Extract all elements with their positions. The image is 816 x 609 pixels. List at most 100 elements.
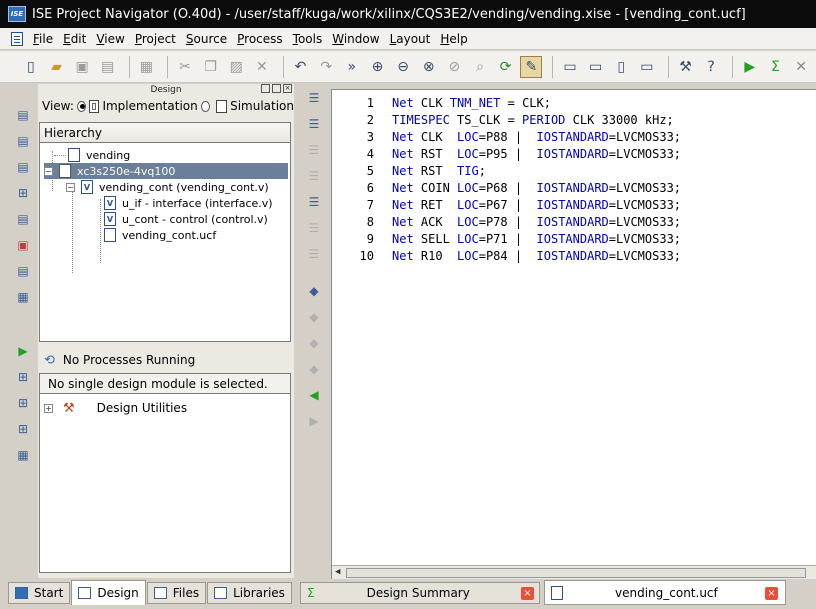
tree-item-interface[interactable]: V u_if - interface (interface.v) bbox=[104, 195, 273, 211]
tab-libraries[interactable]: Libraries bbox=[207, 582, 292, 604]
tree-item-ucf[interactable]: vending_cont.ucf bbox=[104, 227, 216, 243]
float-window-icon[interactable]: ▭ bbox=[636, 56, 658, 78]
document-icon[interactable] bbox=[11, 31, 23, 46]
comment-icon[interactable]: ☰ bbox=[305, 141, 323, 159]
table-icon[interactable]: ▦ bbox=[14, 288, 32, 306]
horizontal-scrollbar[interactable]: ◀ bbox=[332, 565, 816, 579]
cascade-icon[interactable]: ▭ bbox=[559, 56, 581, 78]
code-line[interactable]: 5 Net RST TIG; bbox=[332, 162, 486, 179]
bookmark-clear-icon[interactable]: ◆ bbox=[305, 360, 323, 378]
process-item-design-utilities[interactable]: + ⚒ Design Utilities bbox=[44, 400, 187, 416]
code-editor[interactable]: 1 Net CLK TNM_NET = CLK; 2 TIMESPEC TS_CLK … bbox=[331, 89, 816, 579]
menu-process[interactable]: Process bbox=[235, 32, 291, 46]
insert-template-icon[interactable]: ☰ bbox=[305, 193, 323, 211]
cut-icon[interactable]: ✂ bbox=[174, 56, 196, 78]
toolbar-overflow-icon[interactable]: » bbox=[341, 56, 363, 78]
menu-project[interactable]: Project bbox=[133, 32, 184, 46]
code-line[interactable]: 8 Net ACK LOC=P78 | IOSTANDARD=LVCMOS33; bbox=[332, 213, 681, 230]
bookmark-next-icon[interactable]: ◆ bbox=[305, 308, 323, 326]
tree-item-device[interactable]: − xc3s250e-4vq100 bbox=[44, 163, 288, 179]
outdent-icon[interactable]: ☰ bbox=[305, 115, 323, 133]
zoom-select-icon[interactable]: ⊘ bbox=[444, 56, 466, 78]
menu-file[interactable]: File bbox=[31, 32, 61, 46]
search-icon[interactable]: ⌕ bbox=[469, 56, 491, 78]
save-all-icon[interactable]: ▤ bbox=[97, 56, 119, 78]
source-properties-icon[interactable]: ▤ bbox=[14, 210, 32, 228]
tree-item-top-module[interactable]: − V vending_cont (vending_cont.v) bbox=[66, 179, 269, 195]
menu-edit[interactable]: Edit bbox=[61, 32, 94, 46]
code-line[interactable]: 2 TIMESPEC TS_CLK = PERIOD CLK 33000 kHz; bbox=[332, 111, 674, 128]
menu-view[interactable]: View bbox=[94, 32, 132, 46]
process-tree-icon[interactable]: ⊞ bbox=[14, 368, 32, 386]
process-properties-icon[interactable]: ⊞ bbox=[14, 420, 32, 438]
sigma-icon[interactable]: Σ bbox=[765, 56, 787, 78]
tree-item-control[interactable]: V u_cont - control (control.v) bbox=[104, 211, 268, 227]
tab-start[interactable]: Start bbox=[8, 582, 71, 604]
menu-window[interactable]: Window bbox=[330, 32, 387, 46]
new-source-icon[interactable]: ▤ bbox=[14, 106, 32, 124]
code-line[interactable]: 3 Net CLK LOC=P88 | IOSTANDARD=LVCMOS33; bbox=[332, 128, 681, 145]
process-tree-alt-icon[interactable]: ⊞ bbox=[14, 394, 32, 412]
undo-icon[interactable]: ↶ bbox=[290, 56, 312, 78]
tab-design[interactable]: Design bbox=[71, 580, 146, 605]
add-copy-source-icon[interactable]: ▤ bbox=[14, 158, 32, 176]
close-tab-icon[interactable]: × bbox=[521, 587, 534, 600]
zoom-full-icon[interactable]: ⊗ bbox=[418, 56, 440, 78]
float-icon[interactable] bbox=[272, 84, 281, 93]
menu-help[interactable]: Help bbox=[438, 32, 475, 46]
tab-design-summary[interactable]: Σ Design Summary × bbox=[300, 582, 540, 604]
collapse-icon[interactable]: − bbox=[44, 166, 53, 176]
print-icon[interactable]: ▦ bbox=[136, 56, 158, 78]
chip-view-icon[interactable]: ▣ bbox=[14, 236, 32, 254]
scroll-left-icon[interactable]: ◀ bbox=[335, 567, 340, 577]
menu-source[interactable]: Source bbox=[184, 32, 235, 46]
forward-icon[interactable]: ▶ bbox=[305, 412, 323, 430]
paste-icon[interactable]: ▨ bbox=[225, 56, 247, 78]
wrench-icon[interactable]: ⚒ bbox=[675, 56, 697, 78]
code-line[interactable]: 10 Net R10 LOC=P84 | IOSTANDARD=LVCMOS33; bbox=[332, 247, 681, 264]
code-line[interactable]: 4 Net RST LOC=P95 | IOSTANDARD=LVCMOS33; bbox=[332, 145, 681, 162]
help-cursor-icon[interactable]: ? bbox=[700, 56, 722, 78]
close-tab-icon[interactable]: × bbox=[765, 587, 778, 600]
run-process-icon[interactable]: ▶ bbox=[14, 342, 32, 360]
bookmark-prev-icon[interactable]: ◆ bbox=[305, 334, 323, 352]
collapse-icon[interactable]: − bbox=[66, 182, 75, 192]
back-icon[interactable]: ◀ bbox=[305, 386, 323, 404]
tile-vertical-icon[interactable]: ▯ bbox=[610, 56, 632, 78]
zoom-out-icon[interactable]: ⊖ bbox=[392, 56, 414, 78]
refresh-icon[interactable]: ⟳ bbox=[495, 56, 517, 78]
copy-icon[interactable]: ❐ bbox=[200, 56, 222, 78]
zoom-in-icon[interactable]: ⊕ bbox=[367, 56, 389, 78]
check-icon[interactable]: ▤ bbox=[14, 262, 32, 280]
open-folder-icon[interactable]: ▰ bbox=[46, 56, 68, 78]
template-gray-icon[interactable]: ☰ bbox=[305, 219, 323, 237]
stop-icon[interactable]: ✕ bbox=[790, 56, 812, 78]
bookmark-icon[interactable]: ◆ bbox=[305, 282, 323, 300]
process-table-icon[interactable]: ▦ bbox=[14, 446, 32, 464]
save-icon[interactable]: ▣ bbox=[71, 56, 93, 78]
code-line[interactable]: 7 Net RET LOC=P67 | IOSTANDARD=LVCMOS33; bbox=[332, 196, 681, 213]
code-line[interactable]: 6 Net COIN LOC=P68 | IOSTANDARD=LVCMOS33; bbox=[332, 179, 681, 196]
delete-icon[interactable]: ✕ bbox=[251, 56, 273, 78]
implementation-radio[interactable] bbox=[76, 100, 86, 112]
run-icon[interactable]: ▶ bbox=[739, 56, 761, 78]
tile-horizontal-icon[interactable]: ▭ bbox=[585, 56, 607, 78]
template-gray2-icon[interactable]: ☰ bbox=[305, 245, 323, 263]
restore-icon[interactable] bbox=[261, 84, 270, 93]
simulation-radio[interactable] bbox=[200, 100, 210, 112]
new-file-icon[interactable]: ▯ bbox=[20, 56, 42, 78]
tab-ucf-file[interactable]: vending_cont.ucf × bbox=[544, 580, 786, 605]
code-line[interactable]: 9 Net SELL LOC=P71 | IOSTANDARD=LVCMOS33; bbox=[332, 230, 681, 247]
uncomment-icon[interactable]: ☰ bbox=[305, 167, 323, 185]
tab-files[interactable]: Files bbox=[146, 582, 207, 604]
code-line[interactable]: 1 Net CLK TNM_NET = CLK; bbox=[332, 94, 551, 111]
indent-icon[interactable]: ☰ bbox=[305, 89, 323, 107]
tree-item-project[interactable]: vending bbox=[54, 147, 130, 163]
close-panel-icon[interactable]: × bbox=[283, 84, 292, 93]
hierarchy-icon[interactable]: ⊞ bbox=[14, 184, 32, 202]
simulation-label[interactable]: Simulation bbox=[230, 99, 294, 113]
brush-icon[interactable]: ✎ bbox=[520, 55, 543, 78]
redo-icon[interactable]: ↷ bbox=[315, 56, 337, 78]
menu-tools[interactable]: Tools bbox=[291, 32, 331, 46]
add-source-icon[interactable]: ▤ bbox=[14, 132, 32, 150]
